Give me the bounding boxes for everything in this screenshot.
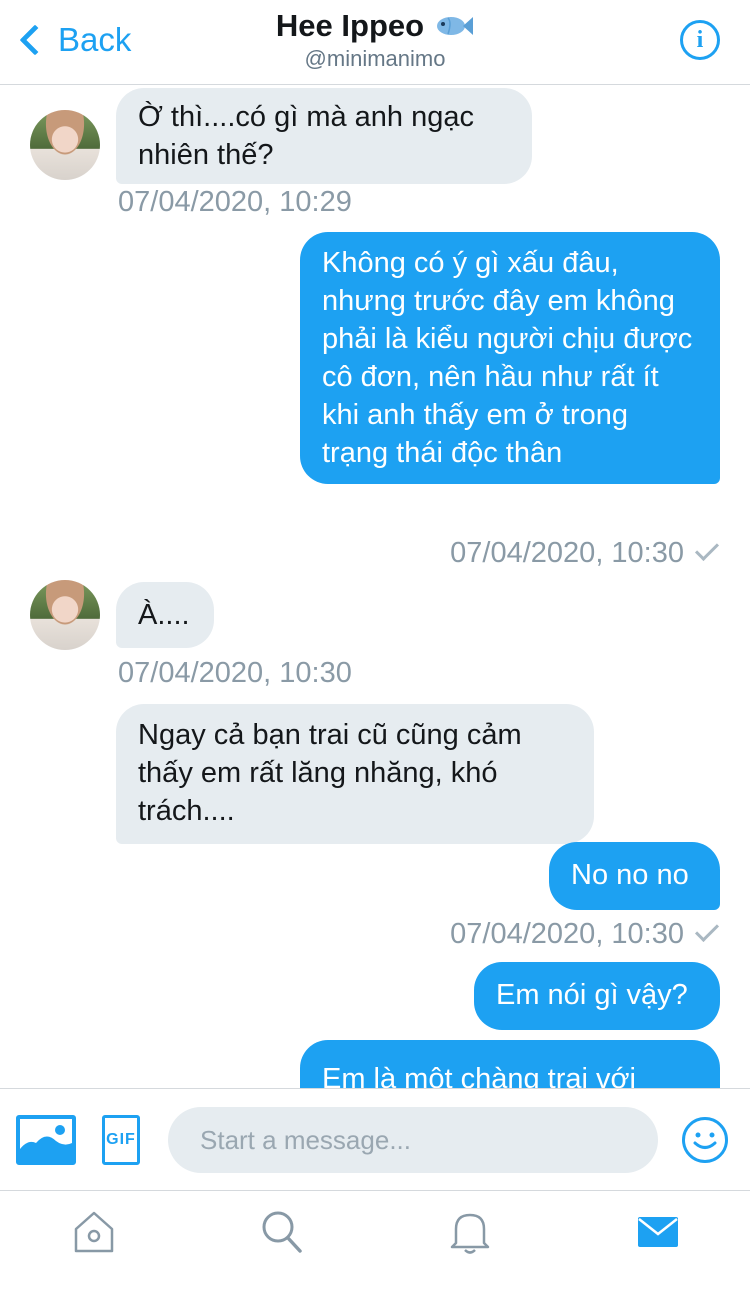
envelope-icon[interactable]: [636, 1209, 680, 1255]
avatar[interactable]: [30, 580, 100, 650]
bell-icon[interactable]: [448, 1209, 492, 1255]
message-timestamp: 07/04/2020, 10:30: [450, 918, 684, 950]
contact-handle: @minimanimo: [304, 46, 446, 71]
image-icon[interactable]: [16, 1115, 76, 1165]
message-thread[interactable]: Ờ thì....có gì mà anh ngạc nhiên thế? 07…: [0, 86, 750, 1088]
title-block[interactable]: Hee Ippeo @minimanimo: [0, 8, 750, 72]
conversation-header: Back Hee Ippeo @minimanimo i: [0, 0, 750, 85]
message-timestamp-row: 07/04/2020, 10:30: [450, 917, 720, 951]
incoming-message[interactable]: Ngay cả bạn trai cũ cũng cảm thấy em rất…: [116, 704, 594, 844]
sent-check-icon: [694, 917, 720, 943]
gif-label: GIF: [106, 1131, 136, 1148]
incoming-message[interactable]: À....: [116, 582, 214, 648]
outgoing-message[interactable]: Em là một chàng trai với: [300, 1040, 720, 1088]
gif-button[interactable]: GIF: [102, 1115, 140, 1165]
conversation-title: Hee Ippeo: [276, 8, 474, 44]
avatar[interactable]: [30, 110, 100, 180]
info-button[interactable]: i: [680, 20, 720, 60]
bottom-tab-bar: [0, 1190, 750, 1290]
incoming-message[interactable]: Ờ thì....có gì mà anh ngạc nhiên thế?: [116, 88, 532, 184]
emoji-icon[interactable]: [682, 1117, 728, 1163]
message-timestamp: 07/04/2020, 10:29: [118, 186, 352, 218]
home-icon[interactable]: [72, 1209, 116, 1255]
sent-check-icon: [694, 536, 720, 562]
outgoing-message[interactable]: Không có ý gì xấu đâu, nhưng trước đây e…: [300, 232, 720, 484]
outgoing-message[interactable]: Em nói gì vậy?: [474, 962, 720, 1030]
message-composer: GIF: [0, 1088, 750, 1190]
message-timestamp: 07/04/2020, 10:30: [118, 657, 352, 689]
outgoing-message[interactable]: No no no: [549, 842, 720, 910]
fish-emoji-icon: [434, 12, 474, 40]
message-timestamp-row: 07/04/2020, 10:30: [450, 536, 720, 570]
message-timestamp: 07/04/2020, 10:30: [450, 537, 684, 569]
info-icon: i: [696, 26, 704, 53]
search-icon[interactable]: [260, 1209, 304, 1255]
message-input[interactable]: [168, 1107, 658, 1173]
contact-name: Hee Ippeo: [275, 8, 425, 43]
